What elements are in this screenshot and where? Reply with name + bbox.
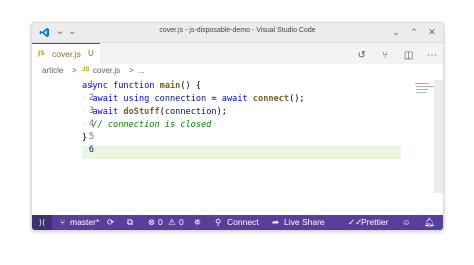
live-share-button[interactable]: Live Share [284, 215, 325, 230]
branch-label[interactable]: master* [70, 215, 99, 230]
source-control-icon[interactable]: ⑂ [378, 48, 392, 64]
minimize-button[interactable]: ⌄ [389, 25, 403, 39]
tab-cover-js[interactable]: JS cover.js U [32, 43, 100, 65]
function-call: connect [252, 94, 290, 104]
code-line: } [82, 132, 87, 145]
breadcrumb-file[interactable]: cover.js [93, 66, 120, 75]
ports-icon[interactable]: ⛯ [194, 215, 201, 230]
sync-icon[interactable]: ⟳ [107, 215, 114, 230]
split-editor-icon[interactable]: ◫ [402, 48, 416, 64]
title-bar: ⌄ ⌄ cover.js - js-disposable-demo - Visu… [32, 23, 443, 43]
minimap[interactable] [413, 80, 443, 210]
keyword: async [82, 81, 108, 91]
extensions-icon[interactable]: ⧉ [127, 215, 133, 230]
whitespace-marker: ·· [82, 120, 93, 130]
connect-icon: ⚲ [215, 217, 222, 227]
more-icon[interactable]: ⋯ [425, 48, 439, 64]
minimap-line [416, 86, 434, 87]
status-bar: ⟩⟨ ⑂ master* ⟳ ⧉ ⊗ 0 ⚠ 0 ⛯ ⚲ Connect ➦ L… [32, 215, 443, 230]
code-content[interactable]: async function main() { ··await using co… [82, 80, 305, 150]
chevron-right-icon: > [72, 66, 77, 75]
untracked-badge: U [88, 49, 94, 58]
variable: connection [164, 107, 217, 117]
vscode-window: ⌄ ⌄ cover.js - js-disposable-demo - Visu… [31, 22, 444, 231]
error-count[interactable]: 0 [158, 215, 163, 230]
punctuation: } [82, 133, 88, 143]
code-line: ··await doStuff(connection); [82, 106, 227, 119]
js-file-icon: JS [82, 67, 90, 73]
function-call: doStuff [123, 107, 160, 117]
warning-icon[interactable]: ⚠ [168, 215, 176, 230]
remote-icon[interactable]: ⟩⟨ [32, 215, 52, 230]
current-line-highlight [82, 146, 401, 159]
keyword: using [123, 94, 150, 104]
connect-button[interactable]: Connect [227, 215, 259, 230]
code-line: async function main() { [82, 80, 201, 93]
minimap-line [415, 83, 429, 84]
window-title: cover.js - js-disposable-demo - Visual S… [159, 27, 316, 34]
punctuation: (); [289, 94, 305, 104]
chevron-right-icon: > [129, 66, 134, 75]
branch-icon: ⑂ [60, 217, 66, 227]
keyword: await [92, 94, 119, 104]
breadcrumb-folder[interactable]: article [42, 66, 63, 75]
editor-actions: ↺ ⑂ ◫ ⋯ [350, 45, 439, 63]
live-share-icon: ➦ [272, 217, 280, 227]
vertical-scrollbar[interactable] [434, 80, 443, 193]
history-icon[interactable]: ↺ [355, 48, 369, 64]
warning-count[interactable]: 0 [179, 215, 184, 230]
keyword: await [92, 107, 119, 117]
breadcrumb-more[interactable]: ... [138, 66, 145, 75]
keyword: function [113, 81, 155, 91]
js-file-icon: JS [38, 50, 45, 57]
punctuation: () { [180, 81, 202, 91]
function-name: main [159, 81, 181, 91]
feedback-icon[interactable]: ☺ [402, 215, 411, 230]
tab-label: cover.js [52, 49, 81, 59]
operator: = [211, 94, 217, 104]
code-line: ··await using connection = await connect… [82, 93, 305, 106]
close-button[interactable]: ✕ [425, 25, 439, 39]
editor-area[interactable]: 1 2 3 4 5 6 async function main() { ··aw… [32, 80, 443, 210]
maximize-button[interactable]: ⌃ [407, 25, 421, 39]
error-icon[interactable]: ⊗ [148, 215, 155, 230]
minimap-line [416, 92, 426, 93]
bell-icon[interactable]: 🔔︎ [424, 215, 435, 230]
whitespace-marker: ·· [82, 107, 93, 117]
code-line: ··// connection is closed [82, 119, 211, 132]
punctuation: ); [216, 107, 227, 117]
comment: // connection is closed [92, 120, 212, 130]
breadcrumb: article > JS cover.js > ... [32, 64, 443, 78]
variable: connection [154, 94, 207, 104]
keyword: await [221, 94, 248, 104]
whitespace-marker: ·· [82, 94, 93, 104]
prettier-button[interactable]: Prettier [361, 215, 388, 230]
tab-bar: JS cover.js U ↺ ⑂ ◫ ⋯ [32, 43, 443, 65]
minimap-line [416, 89, 428, 90]
